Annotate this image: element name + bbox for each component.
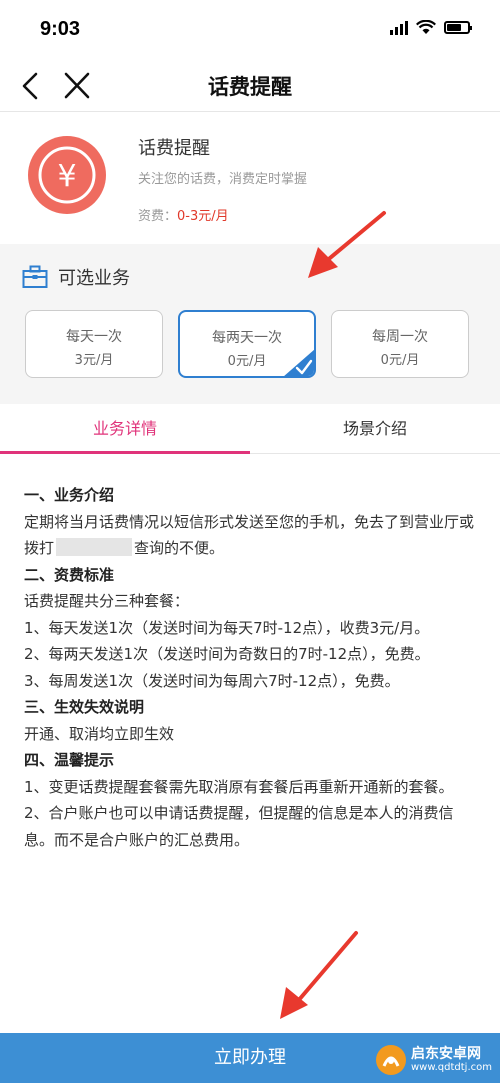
svg-text:¥: ¥	[57, 159, 76, 194]
product-header: ¥ 话费提醒 关注您的话费，消费定时掌握 资费：0-3元/月	[0, 112, 500, 244]
section-title: 一、业务介绍	[24, 486, 115, 504]
service-details: 一、业务介绍 定期将当月话费情况以短信形式发送至您的手机，免去了到营业厅或拨打查…	[24, 482, 474, 853]
section-title: 三、生效失效说明	[24, 698, 145, 716]
option-every-two-days[interactable]: 每两天一次 0元/月	[178, 310, 316, 378]
product-description: 关注您的话费，消费定时掌握	[138, 172, 308, 187]
section-text: 1、每天发送1次（发送时间为每天7时-12点），收费3元/月。	[24, 618, 430, 637]
battery-icon	[444, 21, 472, 34]
option-name: 每周一次	[372, 329, 428, 345]
options-title: 可选业务	[58, 268, 130, 289]
options-header: 可选业务	[22, 264, 130, 290]
option-daily[interactable]: 每天一次 3元/月	[25, 310, 163, 378]
option-price: 0元/月	[380, 353, 420, 368]
section-title: 二、资费标准	[24, 565, 115, 584]
cellular-signal-icon	[390, 20, 408, 35]
tab-service-details[interactable]: 业务详情	[0, 404, 250, 454]
section-text: 1、变更话费提醒套餐需先取消原有套餐后再重新开通新的套餐。	[24, 777, 454, 796]
watermark-text: 启东安卓网	[411, 1046, 481, 1062]
status-icons	[390, 20, 472, 35]
section-text: 定期将当月话费情况以短信形式发送至您的手机，免去了到营业厅或拨打 查询的不便。	[24, 512, 475, 558]
status-bar: 9:03	[0, 0, 500, 60]
section-title: 四、温馨提示	[24, 751, 115, 769]
section-text: 开通、取消均立即生效	[24, 724, 175, 743]
nav-bar: 话费提醒	[0, 60, 500, 112]
annotation-arrow-icon	[280, 931, 358, 1019]
section-text: 话费提醒共分三种套餐：	[24, 592, 190, 610]
tab-scenario-intro[interactable]: 场景介绍	[250, 404, 500, 453]
selected-check-icon	[284, 349, 314, 376]
option-weekly[interactable]: 每周一次 0元/月	[331, 310, 469, 378]
watermark: 启东安卓网 www.qdtdtj.com	[375, 1040, 492, 1080]
watermark-logo-icon	[376, 1045, 406, 1075]
option-name: 每天一次	[66, 329, 122, 345]
yuan-coin-icon: ¥	[28, 136, 106, 214]
status-time: 9:03	[40, 18, 81, 40]
option-price: 3元/月	[74, 353, 114, 368]
section-text: 3、每周发送1次（发送时间为每周六7时-12点），免费。	[24, 671, 400, 690]
briefcase-icon	[22, 265, 48, 288]
section-text: 2、每两天发送1次（发送时间为奇数日的7时-12点），免费。	[24, 645, 430, 663]
page-title: 话费提醒	[208, 75, 292, 99]
optional-services: 可选业务 每天一次 3元/月 每两天一次 0元/月 每周一次 0元/月	[0, 244, 500, 404]
product-name: 话费提醒	[138, 138, 210, 159]
redacted-number	[56, 538, 133, 556]
option-name: 每两天一次	[212, 330, 282, 346]
fee-label: 资费：	[138, 209, 178, 224]
fee-value: 0-3元/月	[177, 209, 229, 224]
wifi-icon	[416, 20, 436, 34]
section-text: 2、合户账户也可以申请话费提醒，但提醒的信息是本人的消费信息。而不是合户账户的汇…	[24, 804, 454, 849]
tab-bar: 业务详情 场景介绍	[0, 404, 500, 454]
product-fee: 资费：0-3元/月	[138, 205, 229, 224]
watermark-url: www.qdtdtj.com	[411, 1062, 492, 1073]
